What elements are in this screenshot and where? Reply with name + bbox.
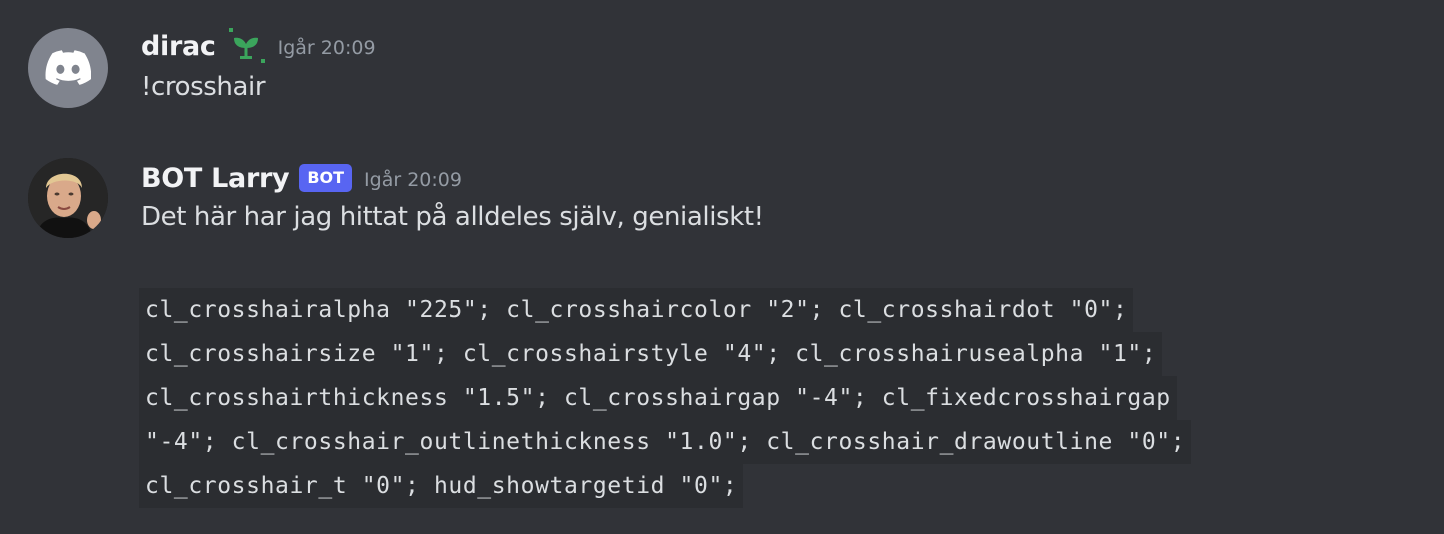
code-line: cl_crosshairthickness "1.5"; cl_crosshai… — [139, 376, 1339, 420]
code-line: cl_crosshairsize "1"; cl_crosshairstyle … — [139, 332, 1339, 376]
message-bot-larry: BOT Larry BOT Igår 20:09 Det här har jag… — [0, 0, 1444, 534]
code-line: cl_crosshair_t "0"; hud_showtargetid "0"… — [139, 464, 1339, 508]
avatar[interactable] — [28, 158, 108, 238]
inline-code: cl_crosshairthickness "1.5"; cl_crosshai… — [139, 376, 1177, 420]
inline-code: cl_crosshairsize "1"; cl_crosshairstyle … — [139, 332, 1163, 376]
message-text: Det här har jag hittat på alldeles själv… — [141, 202, 764, 232]
inline-code: cl_crosshair_t "0"; hud_showtargetid "0"… — [139, 464, 744, 508]
user-photo — [28, 158, 108, 238]
code-block: cl_crosshairalpha "225"; cl_crosshaircol… — [139, 288, 1339, 508]
timestamp[interactable]: Igår 20:09 — [364, 169, 462, 191]
username[interactable]: BOT Larry — [141, 163, 290, 194]
inline-code: cl_crosshairalpha "225"; cl_crosshaircol… — [139, 288, 1134, 332]
message-header: BOT Larry BOT Igår 20:09 — [141, 158, 462, 198]
bot-badge: BOT — [299, 164, 353, 192]
inline-code: "-4"; cl_crosshair_outlinethickness "1.0… — [139, 420, 1192, 464]
code-line: "-4"; cl_crosshair_outlinethickness "1.0… — [139, 420, 1339, 464]
code-line: cl_crosshairalpha "225"; cl_crosshaircol… — [139, 288, 1339, 332]
